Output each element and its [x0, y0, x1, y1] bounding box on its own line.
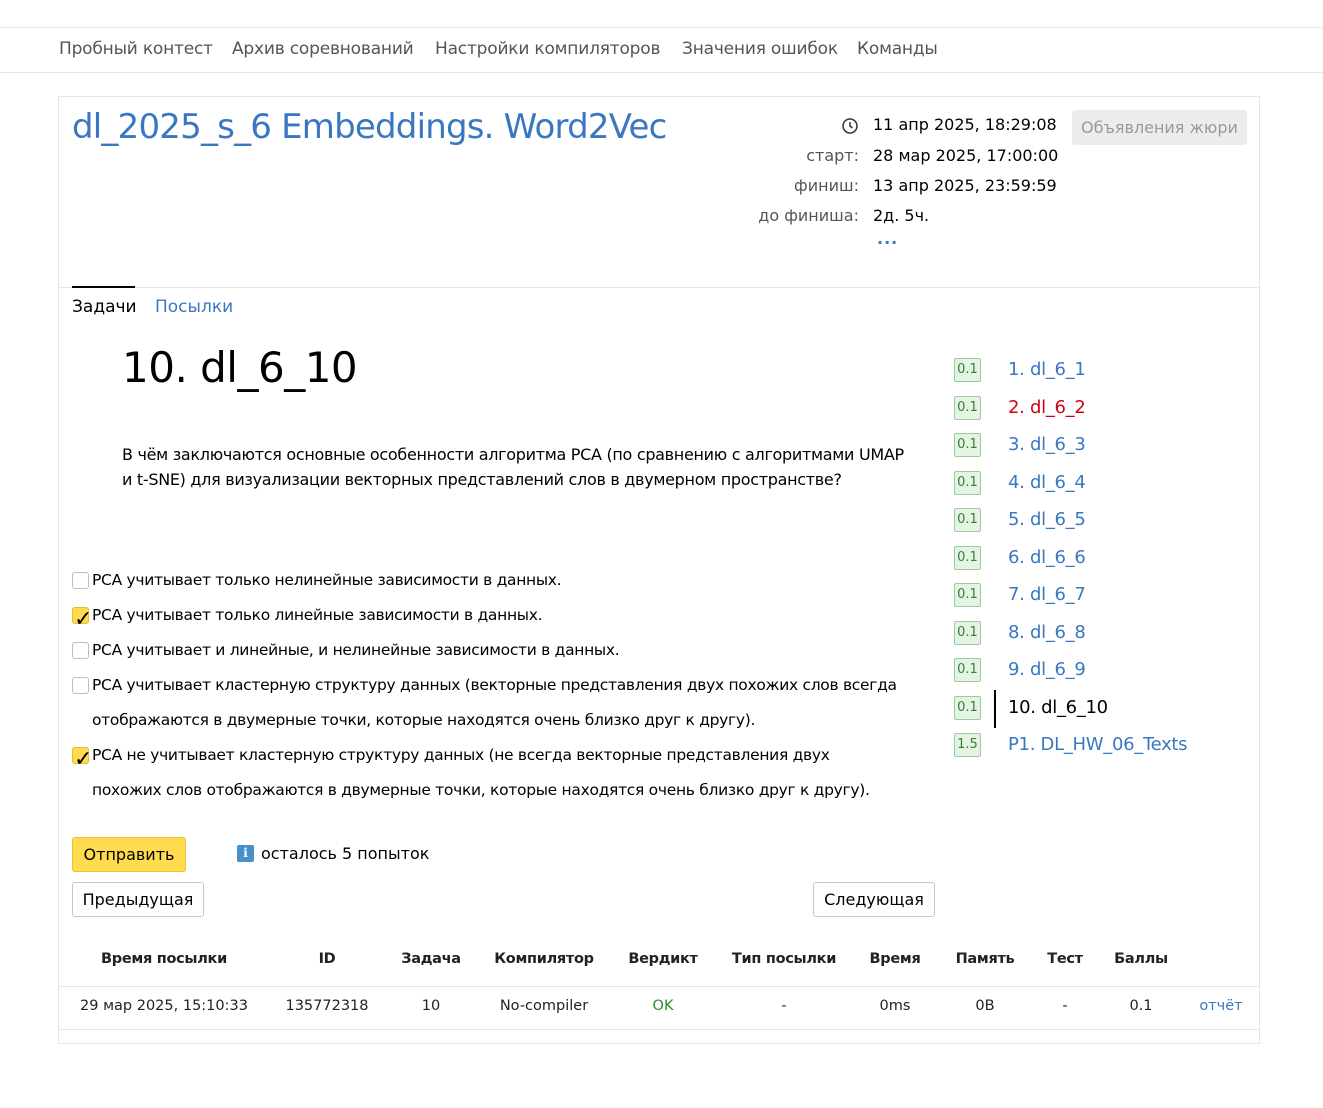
answer-option[interactable]: ✓ PCA учитывает только линейные зависимо… [72, 598, 902, 633]
answer-option[interactable]: ✓ PCA не учитывает кластерную структуру … [72, 738, 902, 808]
tab-submissions[interactable]: Посылки [155, 297, 233, 317]
answer-option-text: PCA учитывает и линейные, и нелинейные з… [92, 641, 620, 659]
problem-score-badge: 0.1 [954, 470, 981, 495]
col-header-submit-time: Время посылки [101, 951, 227, 967]
submit-button[interactable]: Отправить [72, 837, 186, 872]
cell-memory: 0B [975, 998, 995, 1014]
tabs-divider [59, 287, 1259, 288]
problem-statement: В чём заключаются основные особенности а… [122, 445, 904, 489]
answer-checkbox[interactable] [72, 572, 89, 589]
problem-score-badge: 0.1 [954, 433, 981, 457]
problem-list-link[interactable]: 6. dl_6_6 [1008, 546, 1086, 570]
finish-time: 13 апр 2025, 23:59:59 [873, 176, 1057, 195]
jury-announcements-button[interactable]: Объявления жюри [1072, 110, 1247, 145]
problem-score-badge: 0.1 [954, 695, 981, 720]
start-label: старт: [806, 146, 859, 165]
problem-score-badge: 0.1 [954, 583, 981, 607]
answer-checkbox[interactable] [72, 642, 89, 659]
time-left: 2д. 5ч. [873, 206, 930, 225]
col-header-score: Баллы [1114, 951, 1168, 967]
problem-score-badge: 0.1 [954, 395, 981, 420]
problem-list-link[interactable]: P1. DL_HW_06_Texts [1008, 733, 1188, 757]
cell-verdict: OK [652, 998, 674, 1014]
col-header-runtime: Время [869, 951, 921, 967]
nav-compiler-settings[interactable]: Настройки компиляторов [435, 39, 660, 59]
problem-title: 10. dl_6_10 [122, 343, 358, 392]
checkmark-icon: ✓ [74, 747, 93, 772]
problem-score-badge: 0.1 [954, 658, 981, 682]
nav-error-meanings[interactable]: Значения ошибок [682, 39, 838, 59]
cell-id: 135772318 [285, 998, 369, 1014]
problem-score-badge: 1.5 [954, 733, 981, 757]
answer-option-text: PCA не учитывает кластерную структуру да… [92, 746, 870, 799]
answer-option-text: PCA учитывает кластерную структуру данны… [92, 676, 897, 729]
answer-option[interactable]: PCA учитывает и линейные, и нелинейные з… [72, 633, 902, 668]
problem-list-link[interactable]: 4. dl_6_4 [1008, 471, 1086, 495]
checkmark-icon: ✓ [74, 607, 93, 632]
tab-problems[interactable]: Задачи [72, 297, 137, 317]
problem-score-badge: 0.1 [954, 508, 981, 532]
attempts-left: осталось 5 попыток [261, 844, 430, 863]
col-header-compiler: Компилятор [494, 951, 594, 967]
cell-compiler: No-compiler [499, 998, 589, 1014]
info-icon: i [237, 845, 254, 862]
start-time: 28 мар 2025, 17:00:00 [873, 146, 1059, 165]
answer-option-text: PCA учитывает только линейные зависимост… [92, 606, 543, 624]
cell-test: - [1062, 998, 1068, 1014]
col-header-test: Тест [1047, 951, 1083, 967]
answer-checkbox[interactable]: ✓ [72, 607, 92, 632]
answer-checkbox[interactable] [72, 677, 89, 694]
time-left-label: до финиша: [758, 206, 859, 225]
col-header-task: Задача [401, 951, 461, 967]
clock-icon [841, 118, 858, 134]
problem-list-link[interactable]: 9. dl_6_9 [1008, 658, 1086, 682]
problem-list-link[interactable]: 1. dl_6_1 [1008, 358, 1086, 382]
answer-checkbox[interactable]: ✓ [72, 747, 92, 772]
col-header-verdict: Вердикт [628, 951, 698, 967]
table-bottom-divider [59, 1029, 1259, 1030]
problem-list-link[interactable]: 2. dl_6_2 [1008, 396, 1086, 420]
nav-competition-archive[interactable]: Архив соревнований [232, 39, 414, 59]
col-header-memory: Память [955, 951, 1015, 967]
nav-trial-contest[interactable]: Пробный контест [59, 39, 213, 59]
more-info-link[interactable]: ... [877, 229, 898, 248]
problem-list-link[interactable]: 10. dl_6_10 [1008, 696, 1108, 720]
top-navigation: Пробный контест Архив соревнований Настр… [0, 27, 1323, 73]
problem-list-link[interactable]: 5. dl_6_5 [1008, 508, 1086, 532]
answer-option[interactable]: PCA учитывает кластерную структуру данны… [72, 668, 902, 738]
nav-teams[interactable]: Команды [857, 39, 938, 59]
col-header-submission-type: Тип посылки [731, 951, 837, 967]
finish-label: финиш: [794, 176, 859, 195]
cell-runtime: 0ms [879, 998, 911, 1014]
current-time: 11 апр 2025, 18:29:08 [873, 115, 1057, 134]
problem-score-badge: 0.1 [954, 358, 981, 382]
answer-option[interactable]: PCA учитывает только нелинейные зависимо… [72, 563, 902, 598]
problem-list-link[interactable]: 3. dl_6_3 [1008, 433, 1086, 457]
report-link[interactable]: отчёт [1199, 998, 1242, 1014]
problem-score-badge: 0.1 [954, 620, 981, 645]
cell-task: 10 [421, 998, 441, 1014]
next-problem-button[interactable]: Следующая [813, 882, 935, 917]
current-problem-indicator [994, 689, 996, 728]
cell-submit-time: 29 мар 2025, 15:10:33 [80, 998, 248, 1014]
active-tab-indicator [72, 286, 135, 288]
problem-score-badge: 0.1 [954, 545, 981, 570]
problem-list-link[interactable]: 7. dl_6_7 [1008, 583, 1086, 607]
contest-title[interactable]: dl_2025_s_6 Embeddings. Word2Vec [72, 107, 667, 147]
col-header-id: ID [318, 951, 336, 967]
cell-score: 0.1 [1129, 998, 1153, 1014]
contest-panel: dl_2025_s_6 Embeddings. Word2Vec 11 апр … [58, 96, 1260, 1044]
answer-option-text: PCA учитывает только нелинейные зависимо… [92, 571, 562, 589]
previous-problem-button[interactable]: Предыдущая [72, 882, 204, 917]
table-divider [59, 986, 1259, 987]
problem-list-link[interactable]: 8. dl_6_8 [1008, 621, 1086, 645]
cell-submission-type: - [781, 998, 787, 1014]
